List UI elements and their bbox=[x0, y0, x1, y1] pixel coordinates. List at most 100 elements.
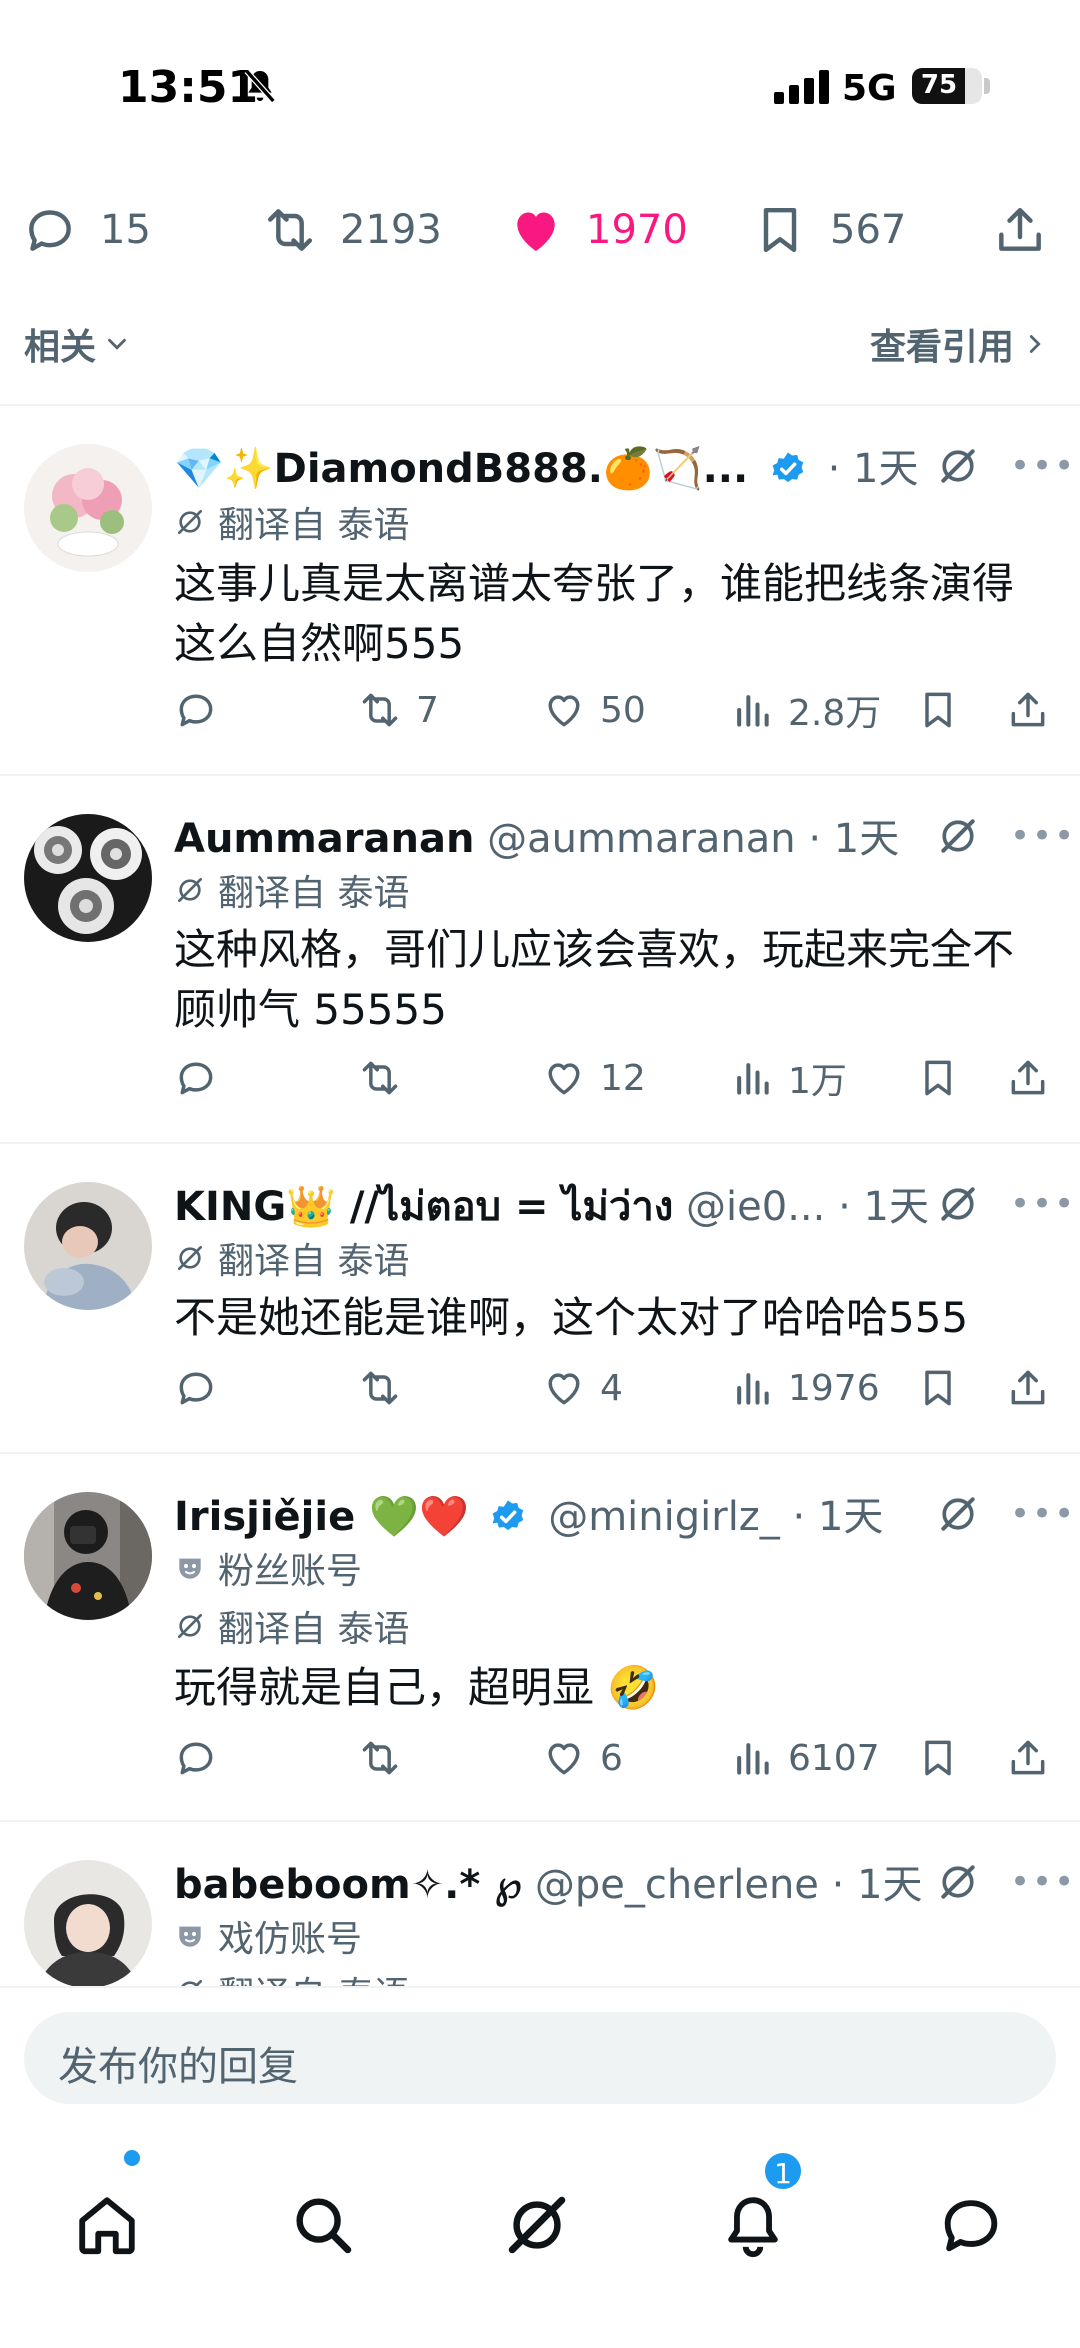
heart-icon bbox=[548, 1063, 580, 1095]
main-share-button[interactable] bbox=[992, 200, 1070, 260]
author-handle[interactable]: @pe_cherlene bbox=[535, 1862, 819, 1908]
bookmark-button[interactable] bbox=[916, 1728, 974, 1788]
heart-icon bbox=[548, 1373, 580, 1405]
grok-icon[interactable] bbox=[936, 1492, 980, 1536]
bookmark-icon bbox=[763, 207, 797, 253]
avatar[interactable] bbox=[24, 444, 152, 572]
reply-icon bbox=[179, 694, 213, 727]
grok-icon[interactable] bbox=[936, 814, 980, 858]
translated-label[interactable]: 翻译自 泰语 bbox=[174, 496, 409, 548]
verified-badge-icon bbox=[493, 1500, 524, 1531]
more-icon[interactable]: ••• bbox=[1010, 446, 1076, 486]
status-time: 13:51 bbox=[118, 62, 259, 113]
repost-button[interactable]: 7 bbox=[358, 680, 439, 740]
author-handle[interactable]: @ie0... bbox=[686, 1184, 825, 1230]
repost-button[interactable] bbox=[358, 1048, 416, 1108]
reply-button[interactable] bbox=[174, 1358, 232, 1418]
avatar[interactable] bbox=[24, 1182, 152, 1310]
reply-item[interactable]: Aummaranan @aummaranan · 1天 ••• 翻译自 泰语 这… bbox=[0, 776, 1080, 1142]
views-button[interactable]: 1976 bbox=[730, 1358, 880, 1418]
author-handle[interactable]: @minigirlz_ bbox=[548, 1494, 780, 1540]
bookmark-button[interactable] bbox=[916, 680, 974, 740]
like-count: 4 bbox=[600, 1367, 623, 1409]
chat-icon bbox=[944, 2200, 998, 2252]
like-button[interactable]: 50 bbox=[542, 680, 646, 740]
main-like-button[interactable]: 1970 bbox=[508, 200, 688, 260]
nav-home[interactable] bbox=[72, 2190, 142, 2260]
reply-input[interactable]: 发布你的回复 bbox=[24, 2012, 1056, 2104]
reply-item[interactable]: KING👑 //ไม่ตอบ = ไม่ว่าง @ie0... · 1天 ••… bbox=[0, 1144, 1080, 1452]
like-button[interactable]: 6 bbox=[542, 1728, 623, 1788]
more-icon[interactable]: ••• bbox=[1010, 1184, 1076, 1224]
reply-icon bbox=[179, 1062, 213, 1095]
main-reply-button[interactable]: 15 bbox=[22, 200, 151, 260]
chevron-down-icon bbox=[108, 338, 126, 350]
nav-grok[interactable] bbox=[502, 2190, 572, 2260]
battery-level: 75 bbox=[920, 70, 958, 100]
reply-header: 💎✨DiamondB888.🍊🏹... · 1天 bbox=[174, 436, 934, 496]
author-name[interactable]: 💎✨DiamondB888.🍊🏹... bbox=[174, 446, 748, 492]
avatar[interactable] bbox=[24, 1492, 152, 1620]
repost-button[interactable] bbox=[358, 1358, 416, 1418]
views-button[interactable]: 2.8万 bbox=[730, 680, 881, 740]
bookmark-button[interactable] bbox=[916, 1048, 974, 1108]
grok-icon bbox=[178, 510, 202, 534]
share-icon bbox=[1011, 1740, 1045, 1775]
nav-messages[interactable] bbox=[936, 2190, 1006, 2260]
like-button[interactable]: 4 bbox=[542, 1358, 623, 1418]
translated-text: 翻译自 泰语 bbox=[218, 505, 410, 546]
reply-actions: 12 1万 bbox=[174, 1048, 1054, 1108]
author-name[interactable]: KING👑 //ไม่ตอบ = ไม่ว่าง bbox=[174, 1184, 673, 1230]
author-name[interactable]: babeboom✧.* ℘ bbox=[174, 1862, 522, 1908]
reply-item[interactable]: Irisjiějie 💚❤️ @minigirlz_ · 1天 ••• 粉丝账号… bbox=[0, 1454, 1080, 1820]
more-icon[interactable]: ••• bbox=[1010, 816, 1076, 856]
main-repost-button[interactable]: 2193 bbox=[262, 200, 442, 260]
related-dropdown[interactable]: 相关 bbox=[24, 318, 132, 370]
author-name[interactable]: Aummaranan bbox=[174, 816, 474, 862]
repost-button[interactable] bbox=[358, 1728, 416, 1788]
nav-search[interactable] bbox=[288, 2190, 358, 2260]
grok-icon[interactable] bbox=[936, 1860, 980, 1904]
reply-time: · 1天 bbox=[792, 1494, 884, 1540]
translated-label[interactable]: 翻译自 泰语 bbox=[174, 864, 409, 916]
translated-label[interactable]: 翻译自 泰语 bbox=[174, 1232, 409, 1284]
views-button[interactable]: 1万 bbox=[730, 1048, 847, 1108]
reply-item[interactable]: babeboom✧.* ℘ @pe_cherlene · 1天 ••• 戏仿账号… bbox=[0, 1822, 1080, 1986]
like-button[interactable]: 12 bbox=[542, 1048, 646, 1108]
share-button[interactable] bbox=[1006, 1048, 1064, 1108]
more-icon[interactable]: ••• bbox=[1010, 1494, 1076, 1534]
views-button[interactable]: 6107 bbox=[730, 1728, 880, 1788]
translated-label[interactable]: 翻译自 泰语 bbox=[174, 1966, 409, 1986]
view-quotes-link[interactable]: 查看引用 bbox=[870, 318, 1050, 370]
author-handle[interactable]: @aummaranan bbox=[487, 816, 795, 862]
account-label: 戏仿账号 bbox=[174, 1910, 362, 1962]
translated-label[interactable]: 翻译自 泰语 bbox=[174, 1600, 409, 1652]
reply-time: · 1天 bbox=[831, 1862, 923, 1908]
grok-icon[interactable] bbox=[936, 1182, 980, 1226]
reply-time: · 1天 bbox=[838, 1184, 929, 1230]
more-icon[interactable]: ••• bbox=[1010, 1862, 1076, 1902]
reply-button[interactable] bbox=[174, 1048, 232, 1108]
share-button[interactable] bbox=[1006, 1728, 1064, 1788]
bookmark-icon bbox=[925, 692, 951, 728]
like-count: 6 bbox=[600, 1737, 623, 1779]
avatar[interactable] bbox=[24, 814, 152, 942]
network-type: 5G bbox=[842, 68, 897, 109]
main-bookmark-button[interactable]: 567 bbox=[752, 200, 906, 260]
share-button[interactable] bbox=[1006, 680, 1064, 740]
bookmark-button[interactable] bbox=[916, 1358, 974, 1418]
reply-item[interactable]: 💎✨DiamondB888.🍊🏹... · 1天 ••• 翻译自 泰语 这事儿真… bbox=[0, 406, 1080, 774]
search-icon bbox=[296, 2198, 352, 2254]
reply-button[interactable] bbox=[174, 680, 232, 740]
home-icon bbox=[79, 2197, 135, 2255]
views-icon bbox=[737, 695, 769, 727]
reply-button[interactable] bbox=[174, 1728, 232, 1788]
grok-icon[interactable] bbox=[936, 444, 980, 488]
author-name[interactable]: Irisjiějie 💚❤️ bbox=[174, 1494, 469, 1540]
share-button[interactable] bbox=[1006, 1358, 1064, 1418]
translated-text: 翻译自 泰语 bbox=[218, 1966, 409, 1986]
view-count: 2.8万 bbox=[788, 693, 882, 734]
nav-notifications[interactable] bbox=[718, 2190, 788, 2260]
avatar[interactable] bbox=[24, 1860, 152, 1986]
views-icon bbox=[737, 1743, 769, 1775]
